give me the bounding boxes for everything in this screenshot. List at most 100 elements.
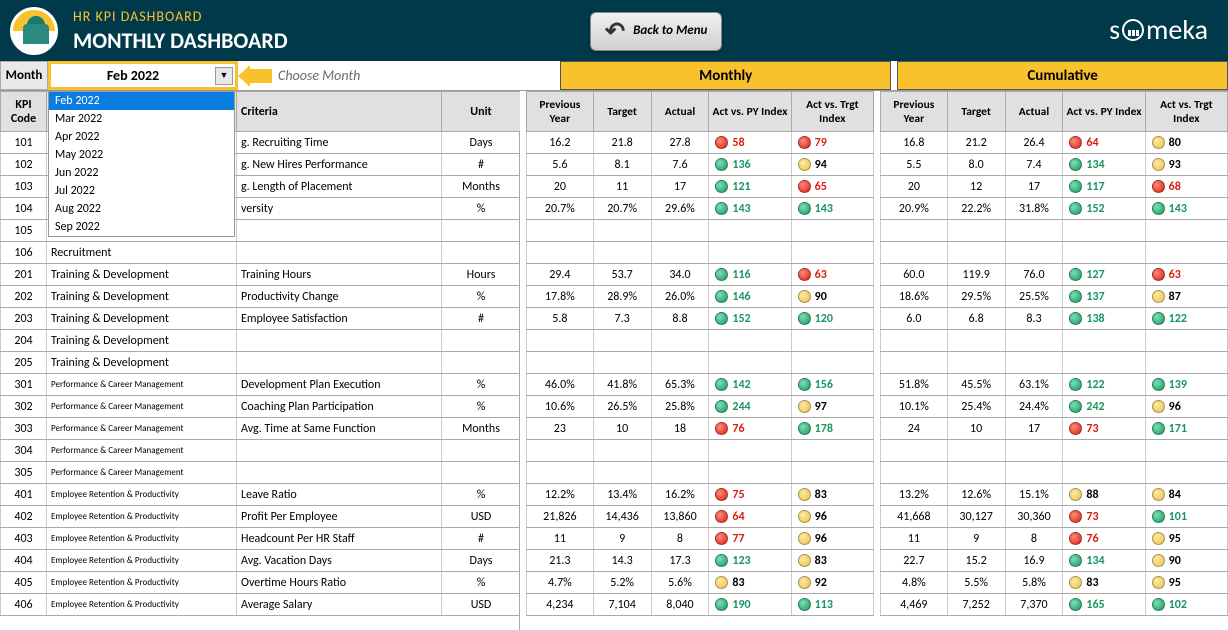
table-row	[527, 330, 874, 352]
value-cell: 7,252	[947, 594, 1005, 616]
department-cell: Training & Development	[47, 308, 237, 330]
table-row: 16.221.827.85879	[527, 132, 874, 154]
value-cell	[527, 220, 594, 242]
table-row: 11987695	[881, 528, 1228, 550]
value-cell: 8	[1005, 528, 1063, 550]
status-dot-icon	[1069, 554, 1082, 567]
value-cell	[947, 242, 1005, 264]
table-row: 4.7%5.2%5.6%8392	[527, 572, 874, 594]
unit-cell: USD	[442, 506, 521, 528]
table-row: 204 Training & Development	[1, 330, 521, 352]
kpi-code-cell: 202	[1, 286, 47, 308]
table-row: 12.2%13.4%16.2%7583	[527, 484, 874, 506]
kpi-code-cell: 305	[1, 462, 47, 484]
value-cell	[651, 220, 709, 242]
monthly-tab: Monthly	[560, 61, 891, 90]
value-cell	[947, 440, 1005, 462]
value-cell	[651, 440, 709, 462]
index-cell: 136	[709, 154, 791, 176]
table-row: 403 Employee Retention & Productivity He…	[1, 528, 521, 550]
value-cell: 16.2	[527, 132, 594, 154]
status-dot-icon	[798, 488, 811, 501]
status-dot-icon	[798, 180, 811, 193]
value-cell: 25.4%	[947, 396, 1005, 418]
kpi-code-cell: 101	[1, 132, 47, 154]
table-row: 406 Employee Retention & Productivity Av…	[1, 594, 521, 616]
value-cell: 26.0%	[651, 286, 709, 308]
status-dot-icon	[1152, 400, 1165, 413]
index-cell: 139	[1145, 374, 1227, 396]
index-cell: 64	[1063, 132, 1145, 154]
status-dot-icon	[1152, 598, 1165, 611]
month-option[interactable]: Mar 2022	[49, 110, 234, 128]
month-option[interactable]: Apr 2022	[49, 128, 234, 146]
index-cell: 137	[1063, 286, 1145, 308]
month-select[interactable]: Feb 2022 ▼ Feb 2022Mar 2022Apr 2022May 2…	[48, 61, 238, 90]
status-dot-icon	[798, 378, 811, 391]
index-cell: 102	[1145, 594, 1227, 616]
month-option[interactable]: May 2022	[49, 146, 234, 164]
value-cell	[1005, 330, 1063, 352]
status-dot-icon	[715, 312, 728, 325]
month-option[interactable]: Sep 2022	[49, 218, 234, 236]
table-row: 29.453.734.011663	[527, 264, 874, 286]
value-cell: 13,860	[651, 506, 709, 528]
value-cell: 21.3	[527, 550, 594, 572]
unit-cell: Days	[442, 132, 521, 154]
kpi-code-cell: 301	[1, 374, 47, 396]
index-cell: 83	[791, 484, 873, 506]
value-cell	[947, 352, 1005, 374]
month-option[interactable]: Jun 2022	[49, 164, 234, 182]
index-cell: 97	[791, 396, 873, 418]
criteria-cell: Productivity Change	[237, 286, 442, 308]
criteria-cell: Coaching Plan Participation	[237, 396, 442, 418]
value-cell: 5.5%	[947, 572, 1005, 594]
header-title: MONTHLY DASHBOARD	[73, 27, 288, 54]
index-cell: 90	[791, 286, 873, 308]
value-cell: 10.6%	[527, 396, 594, 418]
value-cell	[593, 330, 651, 352]
unit-cell: Months	[442, 176, 521, 198]
status-dot-icon	[1152, 422, 1165, 435]
month-option[interactable]: Feb 2022	[49, 92, 234, 110]
value-cell: 15.1%	[1005, 484, 1063, 506]
value-cell: 30,360	[1005, 506, 1063, 528]
month-dropdown-list[interactable]: Feb 2022Mar 2022Apr 2022May 2022Jun 2022…	[48, 91, 235, 237]
value-cell	[881, 352, 948, 374]
unit-cell: %	[442, 572, 521, 594]
index-cell: 83	[791, 550, 873, 572]
table-row: 22.715.216.913490	[881, 550, 1228, 572]
value-cell: 21.8	[593, 132, 651, 154]
criteria-cell	[237, 242, 442, 264]
index-cell: 171	[1145, 418, 1227, 440]
index-cell: 95	[1145, 528, 1227, 550]
table-row: 11987796	[527, 528, 874, 550]
value-cell: 5.8	[527, 308, 594, 330]
department-cell: Employee Retention & Productivity	[47, 484, 237, 506]
status-dot-icon	[715, 378, 728, 391]
criteria-cell: g. Length of Placement	[237, 176, 442, 198]
value-cell: 7.4	[1005, 154, 1063, 176]
value-cell: 29.4	[527, 264, 594, 286]
table-row: 20121711768	[881, 176, 1228, 198]
table-row	[527, 352, 874, 374]
table-row: 21,82614,43613,8606496	[527, 506, 874, 528]
index-cell: 134	[1063, 550, 1145, 572]
value-cell: 18	[651, 418, 709, 440]
back-to-menu-button[interactable]: ↶ Back to Menu	[590, 12, 722, 51]
month-option[interactable]: Jul 2022	[49, 182, 234, 200]
criteria-cell: Avg. Time at Same Function	[237, 418, 442, 440]
index-cell: 121	[709, 176, 791, 198]
department-cell: Employee Retention & Productivity	[47, 550, 237, 572]
status-dot-icon	[798, 576, 811, 589]
department-cell: Performance & Career Management	[47, 374, 237, 396]
table-row	[881, 242, 1228, 264]
value-cell: 5.5	[881, 154, 948, 176]
chevron-down-icon[interactable]: ▼	[215, 67, 233, 85]
value-cell: 29.5%	[947, 286, 1005, 308]
month-option[interactable]: Aug 2022	[49, 200, 234, 218]
header-subtitle: HR KPI DASHBOARD	[73, 8, 288, 25]
kpi-code-cell: 302	[1, 396, 47, 418]
index-cell: 79	[791, 132, 873, 154]
header-criteria: Criteria	[237, 92, 442, 132]
